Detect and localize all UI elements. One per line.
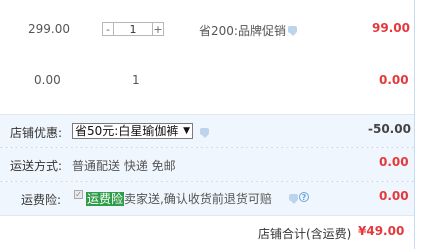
selected-option: 省50元:白星瑜伽裤 (75, 124, 179, 138)
chat-bubble-icon[interactable] (200, 128, 209, 138)
insurance-text: 运费险卖家送,确认收货前退货可赔 (86, 190, 272, 207)
item-subtotal: 99.00 (372, 21, 410, 35)
insurance-checkbox[interactable]: ✓ (74, 190, 83, 199)
divider (0, 114, 414, 115)
quantity-stepper[interactable]: - 1 + (102, 22, 164, 36)
promo-label: 省200:品牌促销 (199, 24, 286, 38)
insurance-cost: 0.00 (379, 189, 409, 203)
insurance-label: 运费险: (21, 193, 62, 207)
decrease-button[interactable]: - (102, 22, 114, 36)
insurance-description: 卖家送,确认收货前退货可赔 (124, 192, 272, 206)
shop-discount-label: 店铺优惠: (10, 126, 63, 140)
chat-bubble-icon[interactable] (288, 26, 297, 36)
divider (0, 147, 414, 148)
item-price: 0.00 (34, 73, 61, 87)
shipping-method: 普通配送 快递 免邮 (72, 159, 176, 173)
insurance-row: 运费险: 运费险卖家送,确认收货前退货可赔 0.00 (0, 182, 414, 215)
total-amount: ¥49.00 (358, 224, 405, 238)
insurance-badge: 运费险 (86, 192, 125, 206)
chat-bubble-icon[interactable] (289, 194, 298, 204)
shipping-label: 运送方式: (10, 159, 63, 173)
shop-discount-select[interactable]: 省50元:白星瑜伽裤 ▼ (72, 123, 193, 139)
quantity-input[interactable]: 1 (114, 22, 152, 36)
item-subtotal: 0.00 (379, 73, 409, 87)
item-price: 299.00 (28, 22, 70, 36)
divider (0, 181, 414, 182)
shop-discount-amount: -50.00 (368, 122, 411, 136)
shipping-row: 运送方式: 普通配送 快递 免邮 0.00 (0, 148, 414, 181)
right-border (414, 0, 415, 249)
total-label: 店铺合计(含运费) (258, 227, 352, 241)
item-row-2: 0.00 1 0.00 (0, 58, 422, 114)
help-icon[interactable]: ? (299, 192, 309, 202)
dropdown-arrow-icon: ▼ (183, 126, 190, 136)
shipping-cost: 0.00 (379, 155, 409, 169)
total-row: 店铺合计(含运费) ¥49.00 (0, 215, 422, 249)
increase-button[interactable]: + (152, 22, 164, 36)
item-quantity: 1 (132, 73, 140, 87)
item-row-1: 299.00 - 1 + 省200:品牌促销 99.00 (0, 0, 422, 58)
divider (0, 215, 414, 216)
